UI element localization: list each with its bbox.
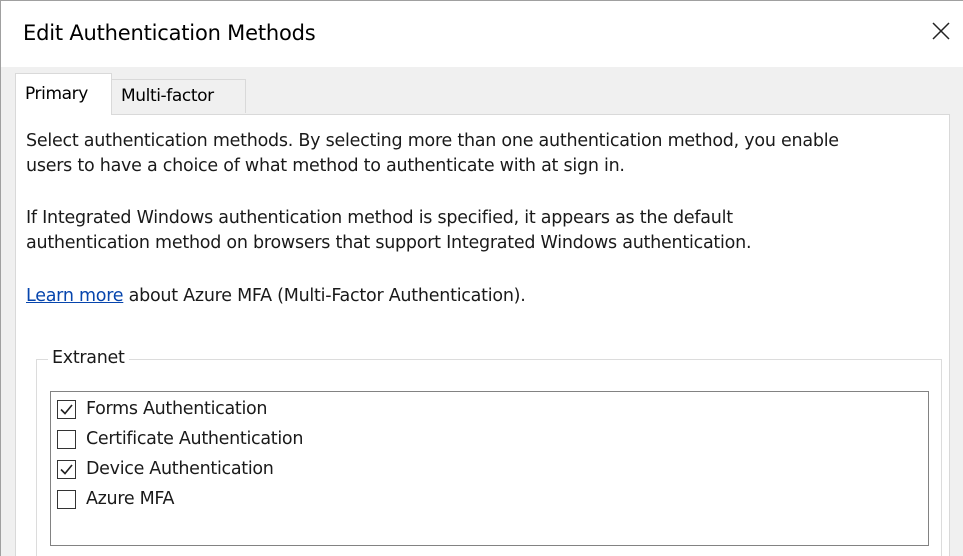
- method-certificate-authentication[interactable]: Certificate Authentication: [57, 425, 303, 453]
- method-forms-authentication[interactable]: Forms Authentication: [57, 395, 268, 423]
- description-line-1: Select authentication methods. By select…: [26, 131, 839, 151]
- description-line-2: users to have a choice of what method to…: [26, 156, 625, 176]
- device-authentication-checkbox[interactable]: [57, 459, 76, 479]
- certificate-authentication-checkbox[interactable]: [57, 429, 76, 449]
- azure-mfa-label: Azure MFA: [86, 489, 175, 509]
- tab-primary[interactable]: Primary: [15, 73, 112, 115]
- learn-more-suffix: about Azure MFA (Multi-Factor Authentica…: [123, 286, 526, 306]
- dialog-title: Edit Authentication Methods: [23, 21, 316, 45]
- extranet-group: Extranet Forms Authentication Certificat…: [36, 346, 942, 556]
- learn-more-row: Learn more about Azure MFA (Multi-Factor…: [26, 284, 526, 309]
- method-device-authentication[interactable]: Device Authentication: [57, 455, 274, 483]
- certificate-authentication-label: Certificate Authentication: [86, 429, 304, 449]
- azure-mfa-checkbox[interactable]: [57, 489, 76, 509]
- extranet-group-label: Extranet: [48, 346, 129, 371]
- edit-authentication-methods-dialog: Edit Authentication Methods Primary Mult…: [0, 0, 963, 556]
- extranet-methods-list: Forms Authentication Certificate Authent…: [50, 391, 929, 546]
- forms-authentication-label: Forms Authentication: [86, 399, 268, 419]
- forms-authentication-checkbox[interactable]: [57, 399, 76, 419]
- tab-multi-factor[interactable]: Multi-factor: [111, 79, 246, 113]
- close-icon: [931, 21, 951, 41]
- title-bar: Edit Authentication Methods: [1, 1, 963, 67]
- integrated-note-line-2: authentication method on browsers that s…: [26, 233, 752, 253]
- integrated-windows-note: If Integrated Windows authentication met…: [26, 206, 752, 256]
- integrated-note-line-1: If Integrated Windows authentication met…: [26, 208, 733, 228]
- learn-more-link[interactable]: Learn more: [26, 286, 124, 306]
- description-text: Select authentication methods. By select…: [26, 129, 839, 179]
- method-azure-mfa[interactable]: Azure MFA: [57, 485, 175, 513]
- close-button[interactable]: [919, 9, 963, 53]
- primary-tab-panel: Select authentication methods. By select…: [15, 114, 950, 556]
- device-authentication-label: Device Authentication: [86, 459, 274, 479]
